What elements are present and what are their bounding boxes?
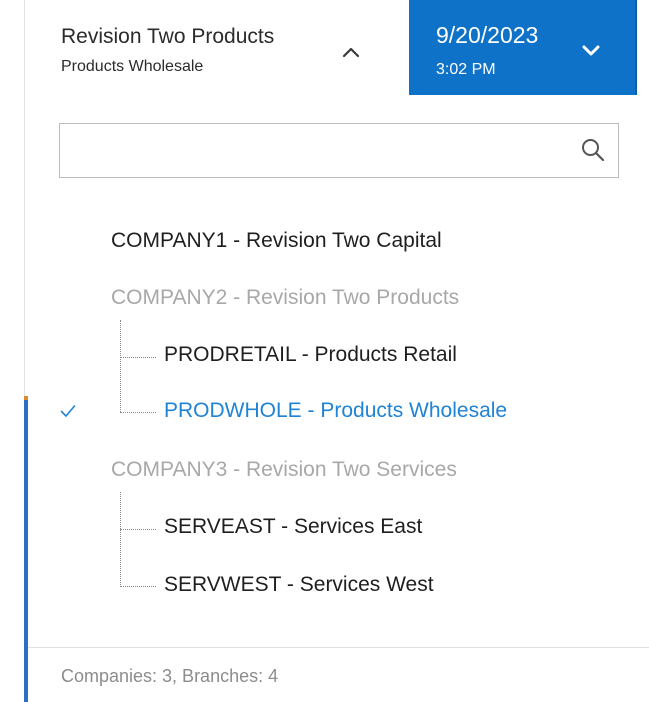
header: Revision Two Products Products Wholesale…	[28, 0, 649, 95]
company-selector-button[interactable]: Revision Two Products Products Wholesale	[28, 0, 409, 95]
tree-item-servwest[interactable]: SERVWEST - Services West	[164, 573, 434, 597]
business-date-button[interactable]: 9/20/2023 3:02 PM	[409, 0, 635, 95]
tree-item-company2[interactable]: COMPANY2 - Revision Two Products	[111, 286, 459, 310]
business-date: 9/20/2023	[436, 22, 539, 48]
tree-item-company1[interactable]: COMPANY1 - Revision Two Capital	[111, 229, 442, 253]
business-time: 3:02 PM	[436, 61, 496, 78]
company-selector-subtitle: Products Wholesale	[61, 58, 204, 75]
summary-text: Companies: 3, Branches: 4	[61, 666, 279, 686]
tree-connector	[120, 412, 156, 413]
header-edge	[635, 0, 649, 95]
check-icon	[60, 405, 76, 417]
background-app-edge	[0, 0, 28, 702]
search-box	[59, 123, 619, 178]
tree-item-company3[interactable]: COMPANY3 - Revision Two Services	[111, 458, 457, 482]
chevron-down-icon[interactable]	[581, 44, 601, 58]
divider	[635, 0, 637, 95]
tree-connector	[120, 320, 121, 412]
tree-connector	[120, 586, 156, 587]
tree-connector	[120, 492, 121, 587]
tree-connector	[120, 357, 156, 358]
search-input[interactable]	[70, 132, 564, 171]
accent-strip	[24, 400, 28, 702]
tree-item-serveast[interactable]: SERVEAST - Services East	[164, 515, 422, 539]
branch-selector-page: Revision Two Products Products Wholesale…	[0, 0, 649, 702]
tree-connector	[120, 529, 156, 530]
chevron-up-icon[interactable]	[342, 46, 360, 58]
company-selector-title: Revision Two Products	[61, 25, 275, 48]
search-icon[interactable]	[580, 137, 606, 163]
tree-item-prodretail[interactable]: PRODRETAIL - Products Retail	[164, 343, 457, 367]
divider	[28, 647, 649, 648]
tree-item-prodwhole[interactable]: PRODWHOLE - Products Wholesale	[164, 399, 507, 423]
